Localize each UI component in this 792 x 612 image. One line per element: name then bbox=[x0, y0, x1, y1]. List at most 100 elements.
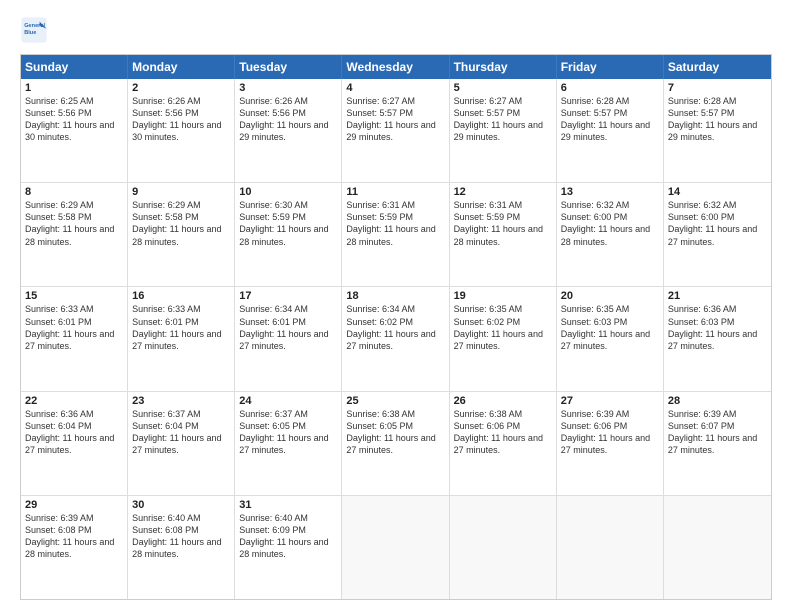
cell-text: Sunrise: 6:37 AMSunset: 6:05 PMDaylight:… bbox=[239, 408, 337, 457]
cal-cell: 24Sunrise: 6:37 AMSunset: 6:05 PMDayligh… bbox=[235, 392, 342, 495]
cell-text: Sunrise: 6:26 AMSunset: 5:56 PMDaylight:… bbox=[132, 95, 230, 144]
calendar-header: SundayMondayTuesdayWednesdayThursdayFrid… bbox=[21, 55, 771, 79]
page: General Blue SundayMondayTuesdayWednesda… bbox=[0, 0, 792, 612]
cal-cell: 6Sunrise: 6:28 AMSunset: 5:57 PMDaylight… bbox=[557, 79, 664, 182]
cell-text: Sunrise: 6:30 AMSunset: 5:59 PMDaylight:… bbox=[239, 199, 337, 248]
day-number: 15 bbox=[25, 290, 123, 302]
cell-text: Sunrise: 6:38 AMSunset: 6:06 PMDaylight:… bbox=[454, 408, 552, 457]
cal-cell: 9Sunrise: 6:29 AMSunset: 5:58 PMDaylight… bbox=[128, 183, 235, 286]
cell-text: Sunrise: 6:28 AMSunset: 5:57 PMDaylight:… bbox=[561, 95, 659, 144]
cal-cell: 8Sunrise: 6:29 AMSunset: 5:58 PMDaylight… bbox=[21, 183, 128, 286]
day-number: 6 bbox=[561, 82, 659, 94]
cal-cell: 22Sunrise: 6:36 AMSunset: 6:04 PMDayligh… bbox=[21, 392, 128, 495]
cal-row-4: 29Sunrise: 6:39 AMSunset: 6:08 PMDayligh… bbox=[21, 495, 771, 599]
day-number: 28 bbox=[668, 395, 767, 407]
cal-cell bbox=[342, 496, 449, 599]
cal-cell: 25Sunrise: 6:38 AMSunset: 6:05 PMDayligh… bbox=[342, 392, 449, 495]
cal-cell: 18Sunrise: 6:34 AMSunset: 6:02 PMDayligh… bbox=[342, 287, 449, 390]
cal-cell: 13Sunrise: 6:32 AMSunset: 6:00 PMDayligh… bbox=[557, 183, 664, 286]
day-number: 23 bbox=[132, 395, 230, 407]
svg-text:Blue: Blue bbox=[24, 30, 36, 36]
day-number: 30 bbox=[132, 499, 230, 511]
cell-text: Sunrise: 6:37 AMSunset: 6:04 PMDaylight:… bbox=[132, 408, 230, 457]
cal-cell: 26Sunrise: 6:38 AMSunset: 6:06 PMDayligh… bbox=[450, 392, 557, 495]
cal-cell: 30Sunrise: 6:40 AMSunset: 6:08 PMDayligh… bbox=[128, 496, 235, 599]
cal-cell: 23Sunrise: 6:37 AMSunset: 6:04 PMDayligh… bbox=[128, 392, 235, 495]
calendar: SundayMondayTuesdayWednesdayThursdayFrid… bbox=[20, 54, 772, 600]
header-day-thursday: Thursday bbox=[450, 55, 557, 79]
cell-text: Sunrise: 6:35 AMSunset: 6:03 PMDaylight:… bbox=[561, 303, 659, 352]
day-number: 3 bbox=[239, 82, 337, 94]
cal-cell: 29Sunrise: 6:39 AMSunset: 6:08 PMDayligh… bbox=[21, 496, 128, 599]
cal-cell: 11Sunrise: 6:31 AMSunset: 5:59 PMDayligh… bbox=[342, 183, 449, 286]
cell-text: Sunrise: 6:40 AMSunset: 6:09 PMDaylight:… bbox=[239, 512, 337, 561]
day-number: 13 bbox=[561, 186, 659, 198]
cal-cell: 16Sunrise: 6:33 AMSunset: 6:01 PMDayligh… bbox=[128, 287, 235, 390]
cell-text: Sunrise: 6:35 AMSunset: 6:02 PMDaylight:… bbox=[454, 303, 552, 352]
cell-text: Sunrise: 6:40 AMSunset: 6:08 PMDaylight:… bbox=[132, 512, 230, 561]
cell-text: Sunrise: 6:39 AMSunset: 6:06 PMDaylight:… bbox=[561, 408, 659, 457]
cal-cell: 3Sunrise: 6:26 AMSunset: 5:56 PMDaylight… bbox=[235, 79, 342, 182]
cal-cell: 31Sunrise: 6:40 AMSunset: 6:09 PMDayligh… bbox=[235, 496, 342, 599]
day-number: 8 bbox=[25, 186, 123, 198]
day-number: 9 bbox=[132, 186, 230, 198]
header-day-friday: Friday bbox=[557, 55, 664, 79]
day-number: 25 bbox=[346, 395, 444, 407]
cell-text: Sunrise: 6:38 AMSunset: 6:05 PMDaylight:… bbox=[346, 408, 444, 457]
cal-cell: 1Sunrise: 6:25 AMSunset: 5:56 PMDaylight… bbox=[21, 79, 128, 182]
day-number: 7 bbox=[668, 82, 767, 94]
cell-text: Sunrise: 6:39 AMSunset: 6:08 PMDaylight:… bbox=[25, 512, 123, 561]
cal-cell: 14Sunrise: 6:32 AMSunset: 6:00 PMDayligh… bbox=[664, 183, 771, 286]
day-number: 1 bbox=[25, 82, 123, 94]
cell-text: Sunrise: 6:26 AMSunset: 5:56 PMDaylight:… bbox=[239, 95, 337, 144]
cal-cell: 10Sunrise: 6:30 AMSunset: 5:59 PMDayligh… bbox=[235, 183, 342, 286]
cell-text: Sunrise: 6:33 AMSunset: 6:01 PMDaylight:… bbox=[25, 303, 123, 352]
day-number: 31 bbox=[239, 499, 337, 511]
day-number: 18 bbox=[346, 290, 444, 302]
cell-text: Sunrise: 6:36 AMSunset: 6:03 PMDaylight:… bbox=[668, 303, 767, 352]
cal-cell: 5Sunrise: 6:27 AMSunset: 5:57 PMDaylight… bbox=[450, 79, 557, 182]
header-day-wednesday: Wednesday bbox=[342, 55, 449, 79]
cal-cell: 12Sunrise: 6:31 AMSunset: 5:59 PMDayligh… bbox=[450, 183, 557, 286]
cell-text: Sunrise: 6:39 AMSunset: 6:07 PMDaylight:… bbox=[668, 408, 767, 457]
cell-text: Sunrise: 6:32 AMSunset: 6:00 PMDaylight:… bbox=[561, 199, 659, 248]
cell-text: Sunrise: 6:29 AMSunset: 5:58 PMDaylight:… bbox=[25, 199, 123, 248]
cal-row-0: 1Sunrise: 6:25 AMSunset: 5:56 PMDaylight… bbox=[21, 79, 771, 182]
day-number: 14 bbox=[668, 186, 767, 198]
day-number: 24 bbox=[239, 395, 337, 407]
cell-text: Sunrise: 6:28 AMSunset: 5:57 PMDaylight:… bbox=[668, 95, 767, 144]
cal-cell: 19Sunrise: 6:35 AMSunset: 6:02 PMDayligh… bbox=[450, 287, 557, 390]
cell-text: Sunrise: 6:25 AMSunset: 5:56 PMDaylight:… bbox=[25, 95, 123, 144]
cell-text: Sunrise: 6:31 AMSunset: 5:59 PMDaylight:… bbox=[454, 199, 552, 248]
logo-icon: General Blue bbox=[20, 16, 48, 44]
cell-text: Sunrise: 6:29 AMSunset: 5:58 PMDaylight:… bbox=[132, 199, 230, 248]
header-day-tuesday: Tuesday bbox=[235, 55, 342, 79]
day-number: 16 bbox=[132, 290, 230, 302]
day-number: 22 bbox=[25, 395, 123, 407]
day-number: 19 bbox=[454, 290, 552, 302]
cell-text: Sunrise: 6:27 AMSunset: 5:57 PMDaylight:… bbox=[454, 95, 552, 144]
cal-cell: 7Sunrise: 6:28 AMSunset: 5:57 PMDaylight… bbox=[664, 79, 771, 182]
header-day-saturday: Saturday bbox=[664, 55, 771, 79]
logo: General Blue bbox=[20, 16, 52, 44]
cell-text: Sunrise: 6:36 AMSunset: 6:04 PMDaylight:… bbox=[25, 408, 123, 457]
cal-cell: 15Sunrise: 6:33 AMSunset: 6:01 PMDayligh… bbox=[21, 287, 128, 390]
cal-cell: 17Sunrise: 6:34 AMSunset: 6:01 PMDayligh… bbox=[235, 287, 342, 390]
cal-cell: 27Sunrise: 6:39 AMSunset: 6:06 PMDayligh… bbox=[557, 392, 664, 495]
cal-cell: 28Sunrise: 6:39 AMSunset: 6:07 PMDayligh… bbox=[664, 392, 771, 495]
day-number: 26 bbox=[454, 395, 552, 407]
day-number: 21 bbox=[668, 290, 767, 302]
cal-cell bbox=[557, 496, 664, 599]
calendar-body: 1Sunrise: 6:25 AMSunset: 5:56 PMDaylight… bbox=[21, 79, 771, 599]
cal-row-1: 8Sunrise: 6:29 AMSunset: 5:58 PMDaylight… bbox=[21, 182, 771, 286]
cell-text: Sunrise: 6:34 AMSunset: 6:01 PMDaylight:… bbox=[239, 303, 337, 352]
day-number: 5 bbox=[454, 82, 552, 94]
cell-text: Sunrise: 6:27 AMSunset: 5:57 PMDaylight:… bbox=[346, 95, 444, 144]
cell-text: Sunrise: 6:31 AMSunset: 5:59 PMDaylight:… bbox=[346, 199, 444, 248]
cell-text: Sunrise: 6:32 AMSunset: 6:00 PMDaylight:… bbox=[668, 199, 767, 248]
cal-cell: 20Sunrise: 6:35 AMSunset: 6:03 PMDayligh… bbox=[557, 287, 664, 390]
cal-row-3: 22Sunrise: 6:36 AMSunset: 6:04 PMDayligh… bbox=[21, 391, 771, 495]
cal-cell bbox=[450, 496, 557, 599]
day-number: 20 bbox=[561, 290, 659, 302]
cal-cell: 4Sunrise: 6:27 AMSunset: 5:57 PMDaylight… bbox=[342, 79, 449, 182]
